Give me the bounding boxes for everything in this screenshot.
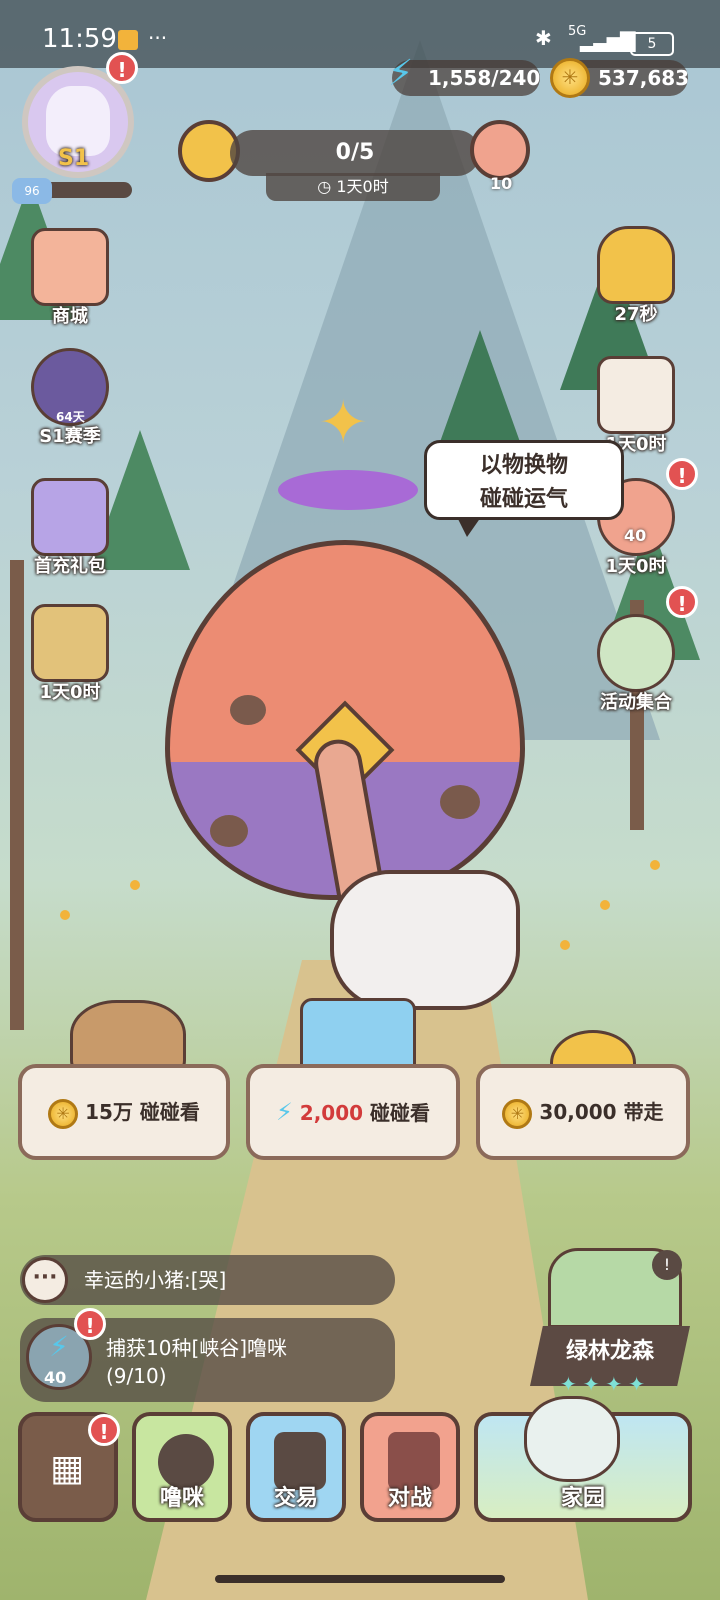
task-progress: 0/5 xyxy=(335,140,375,165)
coin-icon: ✳ xyxy=(550,58,590,98)
task-progress-bar[interactable]: 0/5 xyxy=(230,130,480,176)
energy-counter[interactable]: ⚡ 1,558/240 xyxy=(388,56,541,96)
shop-button[interactable]: 商城 xyxy=(20,228,120,328)
quest-alert-badge: ! xyxy=(74,1308,106,1340)
treasure-timer-label: 1天0时 xyxy=(39,682,101,703)
egg-spot xyxy=(210,815,248,847)
nav-trade-label: 交易 xyxy=(273,1486,318,1511)
status-time: 11:59 xyxy=(42,24,117,54)
flower xyxy=(600,900,610,910)
coin-icon: ✳ xyxy=(502,1098,533,1129)
energy-gamble-amount: 2,000 xyxy=(299,1101,364,1125)
chat-bar[interactable]: ··· 幸运的小猪:[哭] xyxy=(20,1255,395,1305)
clock-icon: ◷ xyxy=(317,177,332,196)
energy-bolt-icon: ⚡ xyxy=(388,53,414,94)
coin-gamble-amount: 15万 xyxy=(85,1100,133,1124)
take-away-text: 带走 xyxy=(623,1100,664,1124)
nav-home-button[interactable]: 家园 xyxy=(474,1396,692,1522)
coin-gamble-text: 碰碰看 xyxy=(139,1100,200,1124)
egg-event-alert-badge: ! xyxy=(666,458,698,490)
bubble-line-2: 碰碰运气 xyxy=(479,487,568,512)
flower xyxy=(650,860,660,870)
season-button[interactable]: 64天 S1赛季 xyxy=(20,348,120,448)
system-home-indicator[interactable] xyxy=(215,1575,505,1583)
energy-bolt-icon: ⚡ xyxy=(275,1098,293,1126)
egg-event-timer: 1天0时 xyxy=(605,556,667,577)
nav-lumi-label: 噜咪 xyxy=(159,1486,204,1511)
sparkle-icon: ✦ xyxy=(318,388,369,458)
task-reward-count: 10 xyxy=(490,174,513,193)
flower xyxy=(130,880,140,890)
bluetooth-icon: ✱ xyxy=(535,26,552,50)
trophy-timer: 27秒 xyxy=(614,304,658,325)
flower xyxy=(60,910,70,920)
take-away-button[interactable]: ✳ 30,000 带走 xyxy=(476,1064,690,1160)
coin-value: 537,683 xyxy=(598,66,690,90)
signal-icon: ▂▃▅▇ xyxy=(580,28,636,52)
region-stars: ✦✦✦✦ xyxy=(560,1372,652,1396)
flower xyxy=(560,940,570,950)
scroll-map-icon xyxy=(597,356,675,434)
coin-gamble-button[interactable]: ✳ 15万 碰碰看 xyxy=(18,1064,230,1160)
egg-spot xyxy=(440,785,480,819)
task-reward-icon[interactable] xyxy=(470,120,530,180)
season-badge: S1 xyxy=(58,146,90,171)
task-timer-text: 1天0时 xyxy=(336,177,389,196)
region-info-icon[interactable]: ! xyxy=(652,1250,682,1280)
quest-title: 捕获10种[峡谷]噜咪 xyxy=(106,1336,288,1360)
quest-reward-count: 40 xyxy=(44,1368,67,1387)
energy-value: 1,558/240 xyxy=(428,66,541,90)
energy-gamble-button[interactable]: ⚡ 2,000 碰碰看 xyxy=(246,1064,460,1160)
coin-counter[interactable]: ✳ 537,683 xyxy=(550,58,690,98)
gift-box-icon xyxy=(31,478,109,556)
trophy-button[interactable]: 27秒 xyxy=(586,226,686,326)
avatar-alert-badge: ! xyxy=(106,52,138,84)
chat-message: 幸运的小猪:[哭] xyxy=(84,1268,227,1292)
nav-battle-button[interactable]: 对战 xyxy=(360,1412,460,1522)
treasure-chest-button[interactable]: 1天0时 xyxy=(20,604,120,704)
pointing-glove-icon xyxy=(330,870,520,1010)
menu-alert-badge: ! xyxy=(88,1414,120,1446)
egg-event-count: 40 xyxy=(624,526,647,545)
season-label: S1赛季 xyxy=(39,426,101,447)
bubble-line-1: 以物换物 xyxy=(479,453,568,478)
events-collection-label: 活动集合 xyxy=(600,692,672,713)
nav-trade-button[interactable]: 交易 xyxy=(246,1412,346,1522)
first-charge-label: 首充礼包 xyxy=(34,556,106,577)
wreath-creature-icon xyxy=(597,614,675,692)
purple-flower xyxy=(278,470,418,510)
season-days: 64天 xyxy=(56,410,85,424)
notification-icon xyxy=(118,30,138,50)
events-collection-button[interactable]: 活动集合 xyxy=(586,614,686,714)
take-away-amount: 30,000 xyxy=(539,1100,617,1124)
task-timer: ◷ 1天0时 xyxy=(266,173,440,201)
quest-progress: (9/10) xyxy=(106,1364,167,1388)
trophy-icon xyxy=(597,226,675,304)
speech-bubble: 以物换物 碰碰运气 xyxy=(424,440,624,537)
shop-house-icon xyxy=(31,228,109,306)
nav-lumi-button[interactable]: 噜咪 xyxy=(132,1412,232,1522)
coin-icon: ✳ xyxy=(48,1098,79,1129)
shop-label: 商城 xyxy=(52,306,88,327)
events-alert-badge: ! xyxy=(666,586,698,618)
energy-gamble-text: 碰碰看 xyxy=(370,1101,431,1125)
nav-home-label: 家园 xyxy=(560,1486,605,1511)
battery-indicator: 5 xyxy=(630,32,674,56)
first-charge-gift-button[interactable]: 首充礼包 xyxy=(20,478,120,578)
grid-menu-icon: ▦ xyxy=(50,1448,85,1489)
nav-battle-label: 对战 xyxy=(387,1486,432,1511)
home-creature-icon xyxy=(524,1396,620,1482)
more-notifications-icon: ··· xyxy=(148,26,168,50)
treasure-chest-icon xyxy=(31,604,109,682)
region-name: 绿林龙森 xyxy=(565,1339,654,1364)
egg-spot xyxy=(230,695,266,725)
chat-bubble-icon: ··· xyxy=(22,1257,68,1303)
level-badge: 96 xyxy=(12,178,52,204)
